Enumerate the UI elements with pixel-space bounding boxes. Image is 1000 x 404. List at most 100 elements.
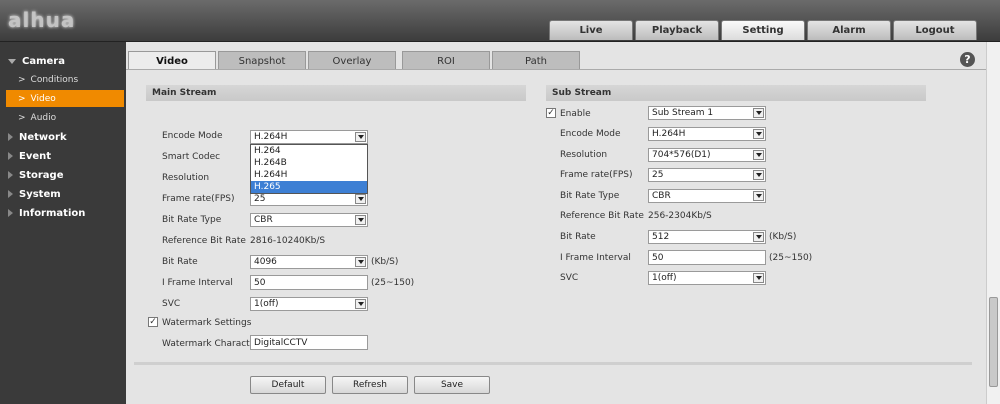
collapse-arrow-icon <box>8 190 13 198</box>
subtab-video[interactable]: Video <box>128 51 216 70</box>
scrollbar-thumb[interactable] <box>989 297 998 387</box>
bit-rate-type-label: Bit Rate Type <box>162 215 222 225</box>
dropdown-arrow-icon <box>753 273 764 283</box>
subtab-path[interactable]: Path <box>492 51 580 70</box>
encode-mode-dropdown: H.264 H.264B H.264H H.265 <box>250 144 368 194</box>
nav-camera[interactable]: Camera <box>0 52 126 70</box>
nav-video[interactable]: > Video <box>6 90 124 107</box>
collapse-arrow-icon <box>8 171 13 179</box>
tab-logout[interactable]: Logout <box>893 20 977 40</box>
sub-bit-rate-type-label: Bit Rate Type <box>560 191 620 201</box>
tab-setting[interactable]: Setting <box>721 20 805 40</box>
subtab-snapshot[interactable]: Snapshot <box>218 51 306 70</box>
dropdown-arrow-icon <box>753 108 764 118</box>
sub-frame-rate-select[interactable]: 25 <box>648 168 766 182</box>
save-button[interactable]: Save <box>414 376 490 394</box>
sub-resolution-select[interactable]: 704*576(D1) <box>648 148 766 162</box>
sub-iframe-interval-input[interactable]: 50 <box>648 250 766 265</box>
sub-svc-label: SVC <box>560 273 579 283</box>
collapse-arrow-icon <box>8 133 13 141</box>
svc-select[interactable]: 1(off) <box>250 297 368 311</box>
content-divider <box>134 362 972 365</box>
watermark-character-input[interactable]: DigitalCCTV <box>250 335 368 350</box>
sub-reference-bit-rate-value: 256-2304Kb/S <box>648 211 712 221</box>
sub-svc-select[interactable]: 1(off) <box>648 271 766 285</box>
dropdown-arrow-icon <box>355 299 366 309</box>
tab-divider <box>126 69 986 70</box>
nav-conditions[interactable]: > Conditions <box>6 71 124 88</box>
enable-label: Enable <box>560 109 591 119</box>
nav-information[interactable]: Information <box>0 204 126 222</box>
main-stream-header: Main Stream <box>146 85 526 101</box>
sub-reference-bit-rate-label: Reference Bit Rate <box>560 211 644 221</box>
iframe-interval-range: (25~150) <box>371 278 415 288</box>
reference-bit-rate-label: Reference Bit Rate <box>162 236 246 246</box>
encode-mode-select[interactable]: H.264H <box>250 130 368 144</box>
subtab-overlay[interactable]: Overlay <box>308 51 396 70</box>
bit-rate-label: Bit Rate <box>162 257 198 267</box>
resolution-label: Resolution <box>162 173 210 183</box>
sub-iframe-interval-label: I Frame Interval <box>560 253 631 263</box>
watermark-checkbox[interactable]: ✓ <box>148 317 158 327</box>
refresh-button[interactable]: Refresh <box>332 376 408 394</box>
expand-arrow-icon <box>8 58 16 64</box>
dropdown-arrow-icon <box>753 129 764 139</box>
side-nav: Camera > Conditions > Video > Audio Netw… <box>0 42 126 404</box>
help-icon[interactable]: ? <box>960 52 975 67</box>
sub-bit-rate-type-select[interactable]: CBR <box>648 189 766 203</box>
frame-rate-select[interactable]: 25 <box>250 192 368 206</box>
bit-rate-type-select[interactable]: CBR <box>250 213 368 227</box>
svc-label: SVC <box>162 299 181 309</box>
smart-codec-label: Smart Codec <box>162 152 221 162</box>
nav-storage[interactable]: Storage <box>0 166 126 184</box>
dropdown-arrow-icon <box>753 170 764 180</box>
watermark-character-label: Watermark Character <box>162 339 259 349</box>
nav-system[interactable]: System <box>0 185 126 203</box>
chevron-right-icon: > <box>18 74 26 85</box>
sub-iframe-interval-range: (25~150) <box>769 253 813 263</box>
dropdown-arrow-icon <box>355 215 366 225</box>
nav-audio[interactable]: > Audio <box>6 109 124 126</box>
nav-network[interactable]: Network <box>0 128 126 146</box>
sub-bit-rate-unit: (Kb/S) <box>769 232 797 242</box>
vertical-scrollbar[interactable] <box>986 42 1000 404</box>
dropdown-arrow-icon <box>753 191 764 201</box>
default-button[interactable]: Default <box>250 376 326 394</box>
enable-checkbox[interactable]: ✓ <box>546 108 556 118</box>
sub-bit-rate-select[interactable]: 512 <box>648 230 766 244</box>
tab-playback[interactable]: Playback <box>635 20 719 40</box>
bit-rate-unit: (Kb/S) <box>371 257 399 267</box>
encode-option-selected[interactable]: H.265 <box>251 181 367 193</box>
collapse-arrow-icon <box>8 209 13 217</box>
reference-bit-rate-value: 2816-10240Kb/S <box>250 236 326 246</box>
sub-frame-rate-label: Frame rate(FPS) <box>560 170 633 180</box>
subtab-roi[interactable]: ROI <box>402 51 490 70</box>
iframe-interval-input[interactable]: 50 <box>250 275 368 290</box>
watermark-settings-label: Watermark Settings <box>162 318 252 328</box>
sub-bit-rate-label: Bit Rate <box>560 232 596 242</box>
tab-live[interactable]: Live <box>549 20 633 40</box>
encode-option[interactable]: H.264 <box>251 145 367 157</box>
encode-mode-label: Encode Mode <box>162 131 223 141</box>
sub-resolution-label: Resolution <box>560 150 608 160</box>
top-bar: alhua Live Playback Setting Alarm Logout <box>0 0 1000 42</box>
sub-encode-mode-label: Encode Mode <box>560 129 621 139</box>
encode-option[interactable]: H.264B <box>251 157 367 169</box>
bit-rate-select[interactable]: 4096 <box>250 255 368 269</box>
iframe-interval-label: I Frame Interval <box>162 278 233 288</box>
encode-option[interactable]: H.264H <box>251 169 367 181</box>
dropdown-arrow-icon <box>355 132 366 142</box>
nav-event[interactable]: Event <box>0 147 126 165</box>
dropdown-arrow-icon <box>355 257 366 267</box>
chevron-right-icon: > <box>18 112 26 123</box>
dropdown-arrow-icon <box>753 150 764 160</box>
chevron-right-icon: > <box>18 93 26 104</box>
frame-rate-label: Frame rate(FPS) <box>162 194 235 204</box>
sub-stream-select[interactable]: Sub Stream 1 <box>648 106 766 120</box>
collapse-arrow-icon <box>8 152 13 160</box>
tab-alarm[interactable]: Alarm <box>807 20 891 40</box>
dropdown-arrow-icon <box>355 194 366 204</box>
sub-stream-header: Sub Stream <box>546 85 926 101</box>
sub-encode-mode-select[interactable]: H.264H <box>648 127 766 141</box>
main-panel: Video Snapshot Overlay ROI Path ? Main S… <box>126 42 986 404</box>
